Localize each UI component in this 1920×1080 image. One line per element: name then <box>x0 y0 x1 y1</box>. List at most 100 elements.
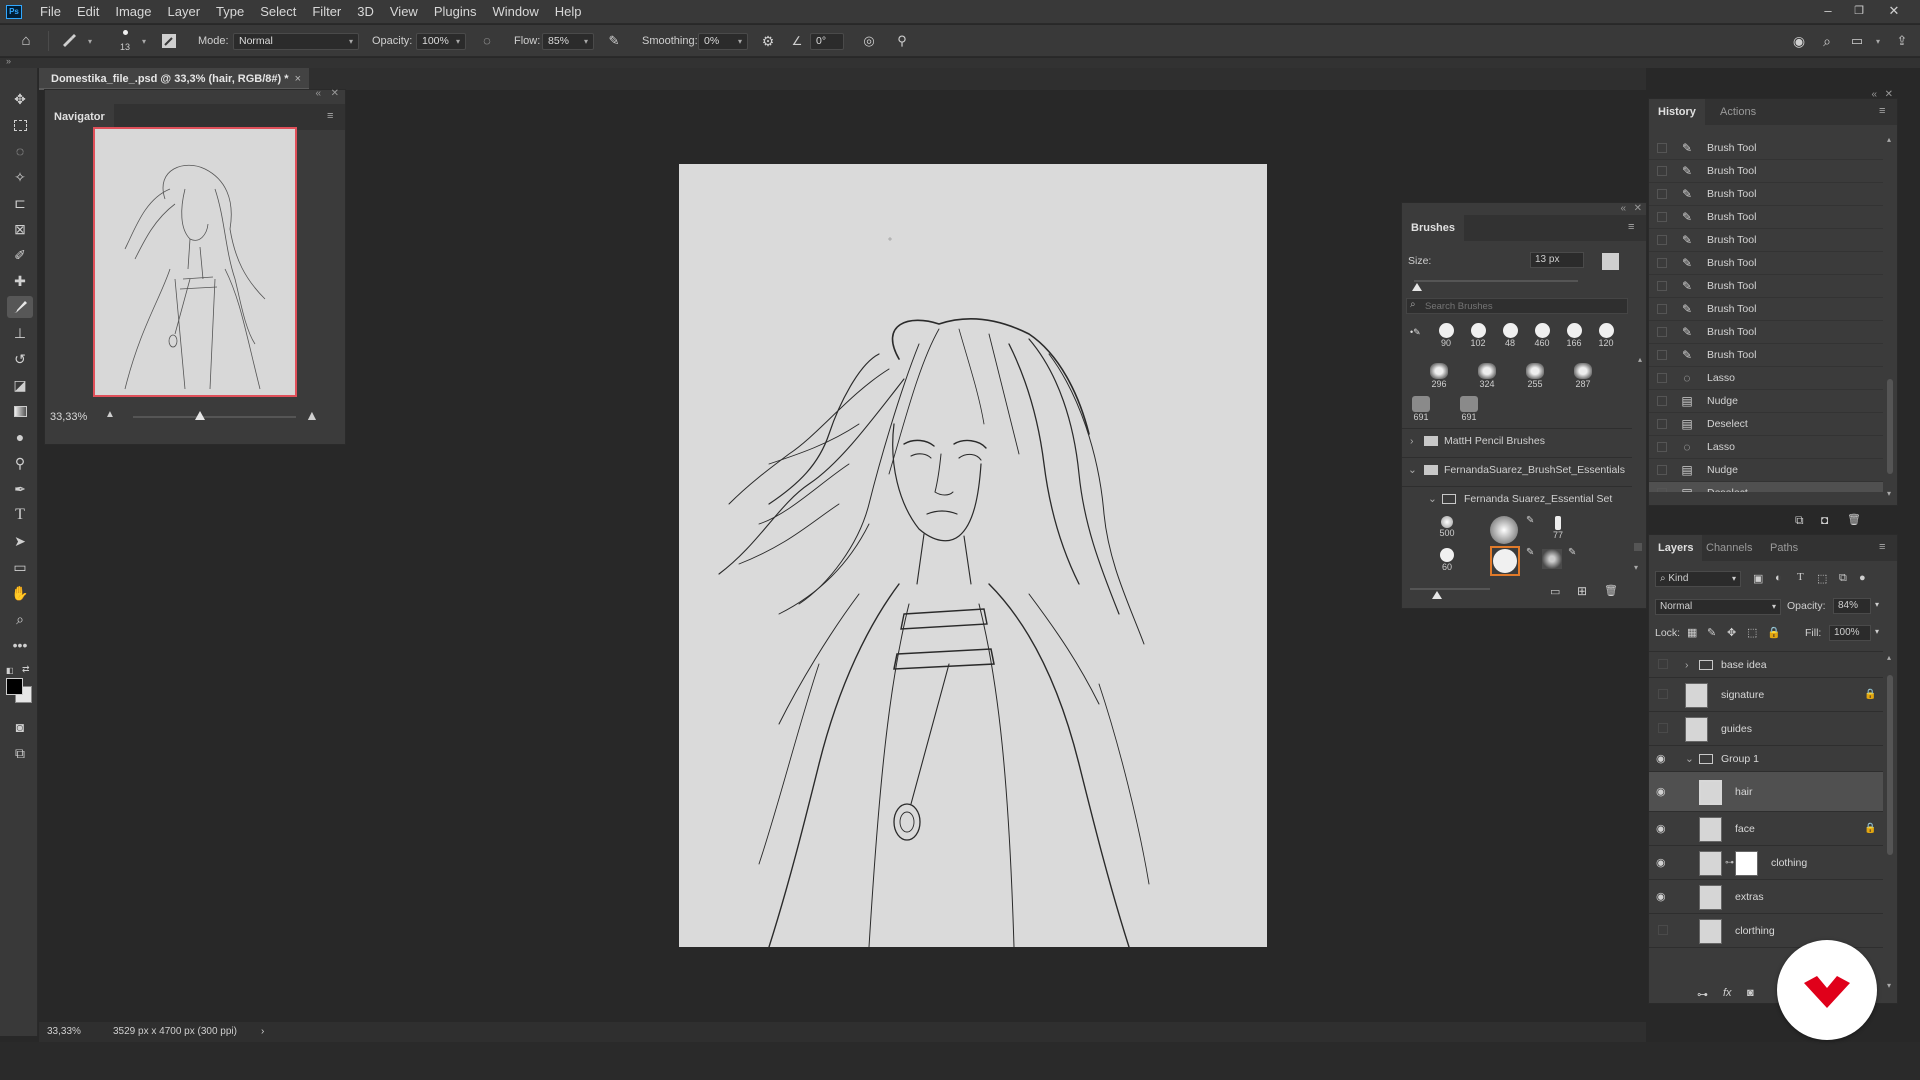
path-selection-tool-icon[interactable]: ➤ <box>7 530 33 552</box>
hand-tool-icon[interactable]: ✋ <box>7 582 33 604</box>
recent-brush-preset[interactable]: 460 <box>1528 323 1556 348</box>
layer-row[interactable]: ◉ ⌄ Group 1 <box>1649 746 1883 772</box>
history-source-checkbox[interactable] <box>1657 488 1667 492</box>
brush-preset[interactable]: 77 <box>1548 516 1568 540</box>
link-layers-icon[interactable]: ⊶ <box>1697 988 1708 1001</box>
eraser-tool-icon[interactable]: ◪ <box>7 374 33 396</box>
recent-brush-preset[interactable]: 120 <box>1592 323 1620 348</box>
brush-search[interactable]: ⌕ <box>1406 298 1628 314</box>
brush-size-input[interactable]: 13 px <box>1530 252 1584 268</box>
navigator-zoom-value[interactable]: 33,33% <box>50 411 87 423</box>
recent-brush-preset[interactable]: 166 <box>1560 323 1588 348</box>
brush-preset[interactable]: 691 <box>1406 396 1436 422</box>
close-tab-icon[interactable]: × <box>295 68 301 90</box>
document-tab[interactable]: Domestika_file_.psd @ 33,3% (hair, RGB/8… <box>39 68 309 90</box>
gear-icon[interactable]: ⚙ <box>759 33 777 49</box>
history-state[interactable]: ▤ Deselect <box>1649 413 1883 436</box>
menu-filter[interactable]: Filter <box>304 0 349 24</box>
lock-all-icon[interactable]: 🔒 <box>1767 626 1781 639</box>
tab-history[interactable]: History <box>1649 99 1705 125</box>
eyedropper-tool-icon[interactable]: ✐ <box>7 244 33 266</box>
airbrush-icon[interactable]: ✎ <box>605 33 623 49</box>
layer-effects-icon[interactable]: fx <box>1723 987 1732 999</box>
pressure-size-icon[interactable]: ◎ <box>860 33 878 49</box>
opacity-caret[interactable]: ▾ <box>456 33 460 50</box>
layer-name[interactable]: extras <box>1735 880 1764 914</box>
layer-name[interactable]: base idea <box>1721 652 1767 678</box>
mode-select[interactable]: Normal <box>233 33 359 50</box>
brushes-scroll-down-icon[interactable]: ▾ <box>1634 563 1638 572</box>
menu-window[interactable]: Window <box>484 0 546 24</box>
brush-preset-texture[interactable] <box>1542 549 1562 569</box>
filter-toggle-icon[interactable]: ● <box>1859 572 1866 584</box>
new-folder-icon[interactable]: ▭ <box>1550 585 1560 598</box>
rectangle-tool-icon[interactable]: ▭ <box>7 556 33 578</box>
brush-preset[interactable]: 255 <box>1518 363 1552 389</box>
history-state[interactable]: ✎ Brush Tool <box>1649 275 1883 298</box>
document-canvas[interactable] <box>679 164 1267 947</box>
brush-folder-matth[interactable]: › MattH Pencil Brushes <box>1402 428 1632 452</box>
preview-size-slider-handle[interactable] <box>1432 591 1442 599</box>
history-source-checkbox[interactable] <box>1657 304 1667 314</box>
filter-type-icon[interactable]: T <box>1797 571 1804 583</box>
tab-layers[interactable]: Layers <box>1649 535 1703 561</box>
history-brush-tool-icon[interactable]: ↺ <box>7 348 33 370</box>
brush-subfolder-essential[interactable]: ⌄ Fernanda Suarez_Essential Set <box>1402 486 1632 510</box>
panel-menu-icon[interactable]: ≡ <box>327 111 339 122</box>
history-source-checkbox[interactable] <box>1657 189 1667 199</box>
layer-filter-select[interactable]: ⌕ Kind ▾ <box>1655 571 1741 587</box>
workspace-icon[interactable]: ▭ <box>1848 33 1866 49</box>
pen-tool-icon[interactable]: ✒ <box>7 478 33 500</box>
lock-pixels-icon[interactable]: ✎ <box>1707 626 1716 639</box>
brush-preset-caret[interactable]: ▾ <box>88 33 92 50</box>
angle-input[interactable]: 0° <box>810 33 844 50</box>
chevron-down-icon[interactable]: ⌄ <box>1685 746 1694 772</box>
layer-name[interactable]: signature <box>1721 678 1764 712</box>
layer-name[interactable]: hair <box>1735 772 1753 812</box>
recent-brush-preset[interactable]: 48 <box>1496 323 1524 348</box>
menu-type[interactable]: Type <box>208 0 252 24</box>
menu-edit[interactable]: Edit <box>69 0 107 24</box>
history-source-checkbox[interactable] <box>1657 258 1667 268</box>
workspace-caret[interactable]: ▾ <box>1876 33 1880 50</box>
symmetry-icon[interactable]: ⚲ <box>893 33 911 49</box>
brush-preset[interactable]: 500 <box>1432 516 1462 538</box>
dodge-tool-icon[interactable]: ⚲ <box>7 452 33 474</box>
blur-tool-icon[interactable]: ● <box>7 426 33 448</box>
learn-icon[interactable]: ◉ <box>1790 33 1808 49</box>
brushes-menu-icon[interactable]: ≡ <box>1628 222 1640 233</box>
visibility-eye-icon[interactable] <box>1658 659 1668 669</box>
search-icon[interactable]: ⌕ <box>1818 33 1836 49</box>
smoothing-caret[interactable]: ▾ <box>738 33 742 50</box>
history-source-checkbox[interactable] <box>1657 212 1667 222</box>
brush-preset-selected[interactable] <box>1490 546 1520 576</box>
brush-tool-icon[interactable] <box>7 296 33 318</box>
menu-3d[interactable]: 3D <box>349 0 382 24</box>
menu-file[interactable]: File <box>32 0 69 24</box>
recent-brush-preset[interactable]: 90 <box>1432 323 1460 348</box>
history-scrollbar-thumb[interactable] <box>1887 379 1893 474</box>
visibility-eye-icon[interactable] <box>1658 925 1668 935</box>
history-state[interactable]: ▤ Nudge <box>1649 390 1883 413</box>
chevron-right-icon[interactable]: › <box>1685 652 1689 678</box>
history-state[interactable]: ✎ Brush Tool <box>1649 298 1883 321</box>
layer-name[interactable]: clorthing <box>1735 914 1775 948</box>
history-source-checkbox[interactable] <box>1657 465 1667 475</box>
navigator-thumbnail[interactable] <box>93 127 297 397</box>
history-menu-icon[interactable]: ≡ <box>1879 106 1891 117</box>
history-state[interactable]: ✎ Brush Tool <box>1649 206 1883 229</box>
filter-adjustment-icon[interactable]: ◐ <box>1775 572 1782 584</box>
history-state[interactable]: ▤ Deselect <box>1649 482 1883 492</box>
menu-image[interactable]: Image <box>107 0 159 24</box>
edit-toolbar-icon[interactable]: ••• <box>7 634 33 656</box>
history-source-checkbox[interactable] <box>1657 281 1667 291</box>
close-panel-icon[interactable]: ✕ <box>331 88 339 99</box>
visibility-eye-icon[interactable] <box>1658 723 1668 733</box>
layers-scroll-down-icon[interactable]: ▾ <box>1887 981 1891 990</box>
lock-position-icon[interactable]: ✥ <box>1727 626 1736 639</box>
status-menu-arrow[interactable]: › <box>261 1022 264 1042</box>
navigator-zoom-slider[interactable] <box>133 416 296 418</box>
visibility-eye-icon[interactable]: ◉ <box>1656 786 1670 798</box>
history-state[interactable]: ✎ Brush Tool <box>1649 183 1883 206</box>
tab-paths[interactable]: Paths <box>1761 535 1807 561</box>
